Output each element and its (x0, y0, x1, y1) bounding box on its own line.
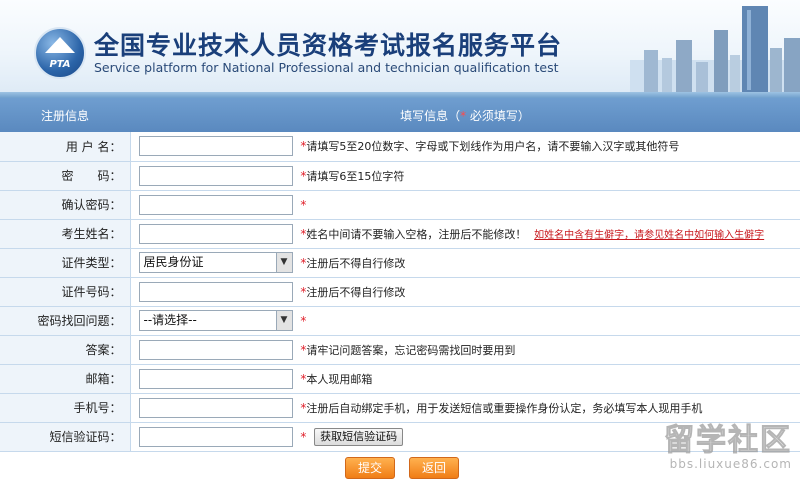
confirm-password-input[interactable] (138, 194, 293, 215)
id-type-selected-value: 居民身份证 (143, 255, 204, 269)
chevron-down-icon[interactable]: ▼ (275, 311, 292, 330)
field-cell-id-type: 居民身份证 ▼ *注册后不得自行修改 (130, 248, 800, 277)
hint-id-number: *注册后不得自行修改 (300, 285, 406, 299)
form-header-row: 注册信息 填写信息（* 必须填写） (0, 98, 800, 132)
field-cell-email: *本人现用邮箱 (130, 364, 800, 393)
row-id-number: 证件号码： *注册后不得自行修改 (0, 277, 800, 306)
header-col-fill-suffix: 必须填写） (466, 108, 530, 123)
row-real-name: 考生姓名： *姓名中间请不要输入空格，注册后不能修改！ 如姓名中含有生僻字，请参… (0, 219, 800, 248)
submit-button[interactable]: 提交 (345, 457, 395, 479)
site-title-cn: 全国专业技术人员资格考试报名服务平台 (94, 31, 563, 60)
hint-email-text: 本人现用邮箱 (306, 372, 373, 386)
security-question-selected-value: --请选择-- (143, 313, 197, 327)
hint-id-type: *注册后不得自行修改 (300, 256, 406, 270)
row-answer: 答案： *请牢记问题答案，忘记密码需找回时要用到 (0, 335, 800, 364)
hint-username-text: 请填写5至20位数字、字母或下划线作为用户名，请不要输入汉字或其他符号 (306, 140, 680, 154)
phone-input[interactable] (138, 397, 293, 418)
row-id-type: 证件类型： 居民身份证 ▼ *注册后不得自行修改 (0, 248, 800, 277)
hint-real-name-text: 姓名中间请不要输入空格，注册后不能修改！ (306, 227, 527, 241)
rare-character-help-link[interactable]: 如姓名中含有生僻字，请参见姓名中如何输入生僻字 (534, 230, 764, 241)
label-id-number: 证件号码： (0, 277, 131, 306)
field-cell-id-number: *注册后不得自行修改 (130, 277, 800, 306)
hint-security-question: * (300, 313, 307, 328)
row-username: 用 户 名： *请填写5至20位数字、字母或下划线作为用户名，请不要输入汉字或其… (0, 132, 800, 161)
hint-answer: *请牢记问题答案，忘记密码需找回时要用到 (300, 343, 516, 357)
chevron-down-icon[interactable]: ▼ (275, 253, 292, 272)
registration-form: 注册信息 填写信息（* 必须填写） 用 户 名： *请填写5至20位数字、字母或… (0, 98, 800, 452)
label-security-question: 密码找回问题： (0, 306, 131, 335)
label-id-type: 证件类型： (0, 248, 131, 277)
site-title-en: Service platform for National Profession… (94, 60, 559, 75)
required-star-icon: * (300, 429, 307, 444)
hint-username: *请填写5至20位数字、字母或下划线作为用户名，请不要输入汉字或其他符号 (300, 139, 680, 154)
real-name-input[interactable] (138, 223, 293, 244)
email-input[interactable] (138, 368, 293, 389)
field-cell-phone: *注册后自动绑定手机，用于发送短信或重要操作身份认定，务必填写本人现用手机 (130, 393, 800, 422)
label-username: 用 户 名： (0, 132, 131, 161)
logo-roof-icon (45, 37, 75, 53)
row-password: 密 码： *请填写6至15位字符 (0, 161, 800, 190)
header-banner: PTA 全国专业技术人员资格考试报名服务平台 Service platform … (0, 0, 800, 98)
row-confirm-password: 确认密码： * (0, 190, 800, 219)
hint-phone-text: 注册后自动绑定手机，用于发送短信或重要操作身份认定，务必填写本人现用手机 (306, 401, 703, 415)
city-skyline-icon (630, 6, 800, 92)
label-sms-code: 短信验证码： (0, 422, 131, 451)
back-button[interactable]: 返回 (409, 457, 459, 479)
pta-logo: PTA (34, 27, 86, 79)
hint-password-text: 请填写6至15位字符 (306, 169, 405, 183)
hint-real-name: *姓名中间请不要输入空格，注册后不能修改！ (300, 227, 527, 241)
answer-input[interactable] (138, 339, 293, 360)
row-phone: 手机号： *注册后自动绑定手机，用于发送短信或重要操作身份认定，务必填写本人现用… (0, 393, 800, 422)
header-col-fill-prefix: 填写信息（ (400, 108, 461, 123)
username-input[interactable] (138, 136, 293, 157)
id-number-input[interactable] (138, 281, 293, 302)
label-answer: 答案： (0, 335, 131, 364)
header-col-info: 注册信息 (40, 108, 89, 123)
field-cell-real-name: *姓名中间请不要输入空格，注册后不能修改！ 如姓名中含有生僻字，请参见姓名中如何… (130, 219, 800, 248)
hint-email: *本人现用邮箱 (300, 372, 373, 386)
required-star-icon: * (300, 197, 307, 212)
id-type-select[interactable]: 居民身份证 ▼ (138, 252, 293, 273)
logo-text: PTA (49, 59, 71, 70)
watermark: 留学社区 bbs.liuxue86.com (664, 423, 792, 471)
field-cell-username: *请填写5至20位数字、字母或下划线作为用户名，请不要输入汉字或其他符号 (130, 132, 800, 161)
field-cell-security-question: --请选择-- ▼ * (130, 306, 800, 335)
header-col-fill: 填写信息（* 必须填写） (130, 98, 800, 132)
row-email: 邮箱： *本人现用邮箱 (0, 364, 800, 393)
field-cell-answer: *请牢记问题答案，忘记密码需找回时要用到 (130, 335, 800, 364)
password-input[interactable] (138, 165, 293, 186)
label-confirm-password: 确认密码： (0, 190, 131, 219)
hint-password: *请填写6至15位字符 (300, 169, 405, 183)
watermark-title: 留学社区 (664, 423, 792, 458)
field-cell-password: *请填写6至15位字符 (130, 161, 800, 190)
label-password: 密 码： (0, 161, 131, 190)
row-security-question: 密码找回问题： --请选择-- ▼ * (0, 306, 800, 335)
required-star-icon: * (300, 313, 307, 328)
watermark-url: bbs.liuxue86.com (669, 457, 792, 471)
security-question-select[interactable]: --请选择-- ▼ (138, 310, 293, 331)
label-real-name: 考生姓名： (0, 219, 131, 248)
label-phone: 手机号： (0, 393, 131, 422)
hint-sms-code: * (300, 429, 307, 444)
hint-answer-text: 请牢记问题答案，忘记密码需找回时要用到 (306, 343, 516, 357)
hint-id-type-text: 注册后不得自行修改 (306, 256, 406, 270)
hint-id-number-text: 注册后不得自行修改 (306, 285, 406, 299)
label-email: 邮箱： (0, 364, 131, 393)
hint-confirm-password: * (300, 197, 307, 212)
get-sms-code-button[interactable]: 获取短信验证码 (314, 427, 404, 446)
hint-phone: *注册后自动绑定手机，用于发送短信或重要操作身份认定，务必填写本人现用手机 (300, 401, 703, 415)
field-cell-confirm-password: * (130, 190, 800, 219)
sms-code-input[interactable] (138, 426, 293, 447)
